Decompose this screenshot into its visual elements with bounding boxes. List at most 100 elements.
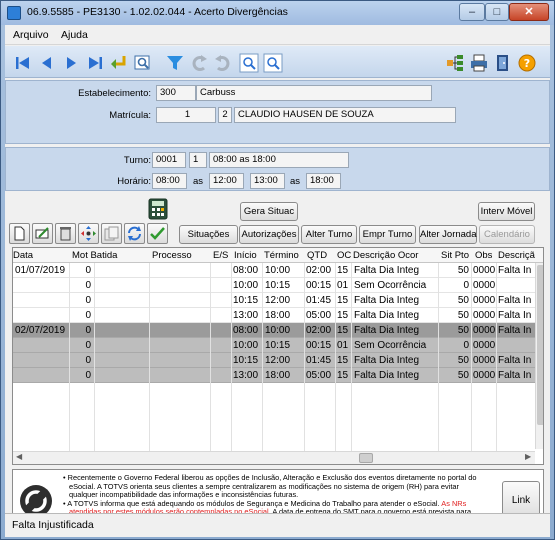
new-button[interactable] — [9, 223, 30, 244]
calculator-icon[interactable] — [148, 198, 168, 220]
refresh-button[interactable] — [124, 223, 145, 244]
col-termino[interactable]: Término — [264, 250, 299, 261]
cell-desc: Falta Dia Integ — [354, 355, 420, 366]
next-record-icon[interactable] — [61, 53, 81, 73]
scroll-right-icon[interactable]: ▶ — [525, 452, 531, 461]
table-row[interactable]: 0 13:00 18:00 05:00 15 Falta Dia Integ 50 0000 F… — [13, 368, 535, 383]
table-row[interactable]: 0 10:00 10:15 00:15 01 Sem Ocorrência 0 0000 — [13, 338, 535, 353]
cell-inicio: 13:00 — [233, 370, 259, 381]
grid-header: Data Mot Batida Processo E/S Início Térm… — [13, 248, 543, 263]
horario-label: Horário: — [117, 176, 151, 187]
new-document-icon — [14, 226, 25, 241]
tree-icon[interactable] — [445, 53, 465, 73]
autorizacoes-button[interactable]: Autorizações — [239, 225, 299, 244]
col-mot-batida[interactable]: Mot Batida — [72, 250, 117, 261]
client-area: Arquivo Ajuda ? Estabelecimento: 300 Car… — [5, 25, 550, 537]
previous-record-icon[interactable] — [37, 53, 57, 73]
cell-mot: 0 — [85, 280, 91, 291]
table-row[interactable]: 01/07/2019 0 08:00 10:00 02:00 15 Falta Dia In… — [13, 263, 535, 278]
vertical-scrollbar[interactable] — [535, 263, 543, 449]
turno-seq-field[interactable]: 1 — [189, 152, 207, 168]
cell-mot: 0 — [85, 295, 91, 306]
horario-end-1[interactable]: 12:00 — [209, 173, 244, 189]
col-es[interactable]: E/S — [213, 250, 228, 261]
col-descricao[interactable]: Descriçã — [498, 250, 535, 261]
menu-arquivo[interactable]: Arquivo — [13, 29, 49, 41]
col-data[interactable]: Data — [13, 250, 33, 261]
horizontal-scroll-thumb[interactable] — [359, 453, 373, 463]
turno-desc-field[interactable]: 08:00 as 18:00 — [209, 152, 349, 168]
delete-button[interactable] — [55, 223, 76, 244]
first-record-icon[interactable] — [13, 53, 33, 73]
confirm-button[interactable] — [147, 223, 168, 244]
edit-button[interactable] — [32, 223, 53, 244]
table-row[interactable]: 02/07/2019 0 08:00 10:00 02:00 15 Falta Dia In… — [13, 323, 535, 338]
horizontal-scrollbar[interactable]: ◀ ▶ — [13, 451, 535, 464]
minimize-button[interactable]: – — [459, 3, 485, 21]
col-qtd[interactable]: QTD — [307, 250, 327, 261]
cell-termino: 10:15 — [265, 280, 291, 291]
close-button[interactable]: ✕ — [509, 3, 549, 21]
zoom-out-icon[interactable] — [263, 53, 283, 73]
zoom-in-icon[interactable] — [239, 53, 259, 73]
vertical-scroll-thumb[interactable] — [537, 265, 543, 425]
scroll-left-icon[interactable]: ◀ — [16, 452, 22, 461]
title-bar[interactable]: 06.9.5585 - PE3130 - 1.02.02.044 - Acert… — [1, 1, 554, 25]
alter-jornada-button[interactable]: Alter Jornada — [419, 225, 477, 244]
empr-turno-button[interactable]: Empr Turno — [359, 225, 416, 244]
cell-sit: 50 — [457, 295, 469, 306]
help-icon[interactable]: ? — [517, 53, 537, 73]
exit-door-icon[interactable] — [493, 53, 513, 73]
cell-mot: 0 — [85, 265, 91, 276]
employee-name-field[interactable]: CLAUDIO HAUSEN DE SOUZA — [234, 107, 456, 123]
gera-situac-button[interactable]: Gera Situac — [240, 202, 298, 221]
matricula-digit-field[interactable]: 2 — [218, 107, 232, 123]
table-row[interactable]: 0 10:15 12:00 01:45 15 Falta Dia Integ 50 0000 F… — [13, 353, 535, 368]
svg-text:?: ? — [524, 57, 530, 70]
table-row[interactable]: 0 10:00 10:15 00:15 01 Sem Ocorrência 0 0000 — [13, 278, 535, 293]
estabelecimento-code-field[interactable]: 300 — [156, 85, 196, 101]
cell-obs: 0000 — [473, 325, 496, 336]
table-row[interactable]: 0 13:00 18:00 05:00 15 Falta Dia Integ 50 0000 F… — [13, 308, 535, 323]
menu-ajuda[interactable]: Ajuda — [61, 29, 88, 41]
col-sit-pto[interactable]: Sit Pto — [441, 250, 469, 261]
col-inicio[interactable]: Início — [234, 250, 257, 261]
calendario-button[interactable]: Calendário — [479, 225, 535, 244]
move-button[interactable] — [78, 223, 99, 244]
search-icon[interactable] — [133, 53, 153, 73]
col-processo[interactable]: Processo — [152, 250, 192, 261]
col-obs[interactable]: Obs — [475, 250, 492, 261]
cell-termino: 10:00 — [265, 325, 291, 336]
cell-data — [15, 338, 69, 353]
table-row[interactable]: 0 10:15 12:00 01:45 15 Falta Dia Integ 50 0000 F… — [13, 293, 535, 308]
filter-icon[interactable] — [165, 53, 185, 73]
go-to-icon[interactable] — [109, 53, 129, 73]
cell-descr: Falta In — [498, 295, 532, 306]
col-oc[interactable]: OC — [337, 250, 351, 261]
copy-button[interactable] — [101, 223, 122, 244]
printer-icon[interactable] — [469, 53, 489, 73]
cell-data: 02/07/2019 — [15, 325, 66, 336]
undo-icon[interactable] — [189, 53, 209, 73]
maximize-button[interactable]: □ — [485, 3, 509, 21]
cell-inicio: 10:00 — [233, 280, 259, 291]
last-record-icon[interactable] — [85, 53, 105, 73]
col-descricao-ocor[interactable]: Descrição Ocor — [353, 250, 418, 261]
horario-end-2[interactable]: 18:00 — [306, 173, 341, 189]
interv-movel-button[interactable]: Interv Móvel — [478, 202, 535, 221]
alter-turno-button[interactable]: Alter Turno — [301, 225, 357, 244]
horario-start-2[interactable]: 13:00 — [250, 173, 285, 189]
situacoes-button[interactable]: Situações — [179, 225, 238, 244]
horario-start-1[interactable]: 08:00 — [152, 173, 187, 189]
horario-sep-1: as — [193, 176, 204, 187]
cell-descr — [498, 278, 535, 293]
estabelecimento-name-field[interactable]: Carbuss — [196, 85, 432, 101]
cell-data — [15, 278, 69, 293]
redo-icon[interactable] — [213, 53, 233, 73]
cell-inicio: 10:15 — [233, 355, 259, 366]
cell-descr: Falta In — [498, 325, 532, 336]
turno-code-field[interactable]: 0001 — [152, 152, 186, 168]
cell-oc: 15 — [337, 265, 349, 276]
cell-data — [15, 368, 69, 383]
matricula-company-field[interactable]: 1 — [156, 107, 216, 123]
